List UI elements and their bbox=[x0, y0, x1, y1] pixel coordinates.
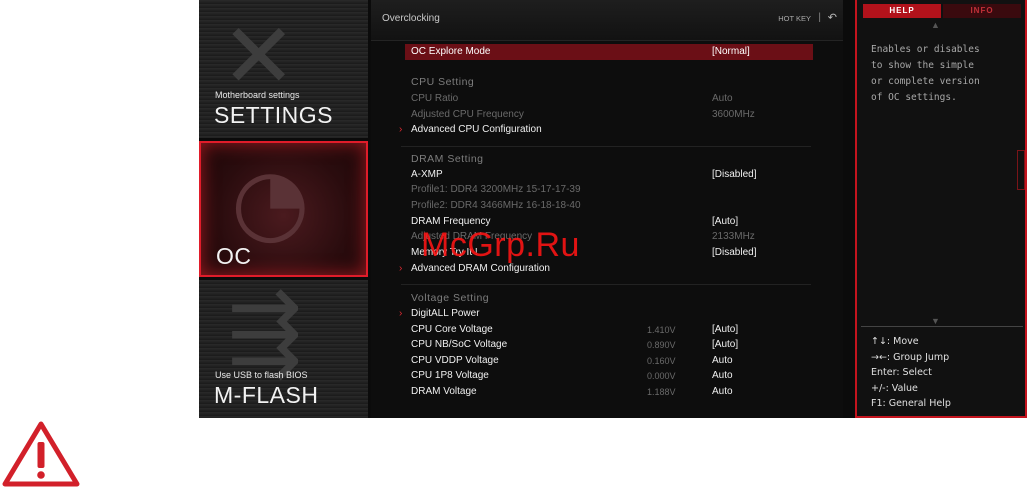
setting-row[interactable]: A-XMP [Disabled] bbox=[371, 167, 843, 183]
nav-settings-title: SETTINGS bbox=[214, 102, 334, 128]
setting-row[interactable]: CPU Core Voltage 1.410V [Auto] bbox=[371, 322, 843, 338]
key-legend-item: ↑↓: Move bbox=[871, 336, 919, 347]
help-text: Enables or disables to show the simple o… bbox=[871, 44, 980, 103]
setting-label: CPU NB/SoC Voltage bbox=[411, 339, 508, 350]
section-header: CPU Setting bbox=[371, 74, 843, 90]
setting-row: Profile1: DDR4 3200MHz 15-17-17-39 bbox=[371, 182, 843, 198]
gauge-icon: ◔ bbox=[231, 149, 310, 254]
setting-value[interactable]: Auto bbox=[712, 353, 733, 369]
key-legend-item: F1: General Help bbox=[871, 398, 951, 409]
setting-value[interactable]: Auto bbox=[712, 368, 733, 384]
setting-value[interactable]: [Auto] bbox=[712, 214, 738, 230]
section-header: Voltage Setting bbox=[371, 290, 843, 306]
submenu-arrow-icon: › bbox=[399, 124, 403, 135]
setting-value[interactable]: [Auto] bbox=[712, 337, 738, 353]
setting-value: Auto bbox=[712, 93, 733, 104]
setting-value: 3600MHz bbox=[712, 109, 755, 120]
setting-label: CPU Setting bbox=[411, 76, 475, 88]
setting-label: Profile2: DDR4 3466MHz 16-18-18-40 bbox=[411, 200, 581, 211]
tab-info[interactable]: INFO bbox=[943, 4, 1021, 18]
setting-row[interactable]: › DigitALL Power bbox=[371, 306, 843, 322]
nav-oc[interactable]: ◔ OC bbox=[199, 141, 368, 277]
nav-settings-subtitle: Motherboard settings bbox=[215, 90, 300, 100]
warning-icon bbox=[2, 421, 80, 487]
setting-row[interactable]: CPU 1P8 Voltage 0.000V Auto bbox=[371, 368, 843, 384]
key-legend: ↑↓: Move →←: Group Jump Enter: Select +/-: … bbox=[871, 334, 951, 412]
help-panel: HELP INFO ▲ Enables or disables to show … bbox=[855, 0, 1027, 418]
setting-label: DRAM Setting bbox=[411, 153, 484, 165]
setting-row: Adjusted CPU Frequency 3600MHz bbox=[371, 107, 843, 123]
setting-value[interactable]: Auto bbox=[712, 384, 733, 400]
setting-row[interactable]: CPU VDDP Voltage 0.160V Auto bbox=[371, 353, 843, 369]
setting-value: 2133MHz bbox=[712, 231, 755, 242]
setting-value[interactable]: [Normal] bbox=[712, 44, 750, 60]
setting-current-voltage: 1.188V bbox=[647, 387, 676, 397]
setting-row[interactable]: CPU NB/SoC Voltage 0.890V [Auto] bbox=[371, 337, 843, 353]
key-legend-item: Enter: Select bbox=[871, 367, 932, 378]
tab-help[interactable]: HELP bbox=[863, 4, 941, 18]
help-divider bbox=[861, 326, 1023, 327]
setting-label: Profile1: DDR4 3200MHz 15-17-17-39 bbox=[411, 184, 581, 195]
main-panel: Overclocking HOT KEY | ↶ OC Explore Mode… bbox=[371, 0, 1014, 418]
submenu-arrow-icon: › bbox=[399, 263, 403, 274]
section-divider bbox=[401, 146, 811, 147]
setting-row: Profile2: DDR4 3466MHz 16-18-18-40 bbox=[371, 198, 843, 214]
section-divider bbox=[401, 284, 811, 285]
submenu-arrow-icon: › bbox=[399, 308, 403, 319]
setting-label: DigitALL Power bbox=[411, 308, 480, 319]
section-header: DRAM Setting bbox=[371, 151, 843, 167]
help-scroll-down-icon[interactable]: ▼ bbox=[931, 316, 940, 326]
setting-current-voltage: 0.160V bbox=[647, 356, 676, 366]
nav-mflash-title: M-FLASH bbox=[214, 382, 319, 408]
left-nav: ✕ Motherboard settings SETTINGS ◔ OC ⇶ U… bbox=[199, 0, 368, 418]
setting-current-voltage: 1.410V bbox=[647, 325, 676, 335]
setting-label: CPU 1P8 Voltage bbox=[411, 370, 489, 381]
help-scroll-up-icon[interactable]: ▲ bbox=[931, 20, 940, 30]
nav-oc-title: OC bbox=[216, 243, 252, 269]
setting-value[interactable]: [Disabled] bbox=[712, 245, 756, 261]
setting-current-voltage: 0.890V bbox=[647, 340, 676, 350]
nav-settings[interactable]: ✕ Motherboard settings SETTINGS bbox=[199, 0, 368, 138]
key-legend-item: →←: Group Jump bbox=[871, 351, 950, 363]
setting-label: CPU Ratio bbox=[411, 93, 459, 104]
nav-mflash-subtitle: Use USB to flash BIOS bbox=[215, 370, 308, 380]
setting-row[interactable]: OC Explore Mode [Normal] bbox=[405, 44, 813, 60]
settings-list: OC Explore Mode [Normal] CPU Setting CPU Ra… bbox=[371, 0, 843, 418]
setting-label: Advanced CPU Configuration bbox=[411, 124, 542, 135]
setting-row: CPU Ratio Auto bbox=[371, 91, 843, 107]
setting-value[interactable]: [Auto] bbox=[712, 322, 738, 338]
setting-row[interactable]: › Advanced CPU Configuration bbox=[371, 122, 843, 138]
bios-window: ✕ Motherboard settings SETTINGS ◔ OC ⇶ U… bbox=[199, 0, 1027, 418]
setting-label: OC Explore Mode bbox=[411, 46, 491, 57]
setting-label: CPU VDDP Voltage bbox=[411, 355, 499, 366]
setting-label: Adjusted CPU Frequency bbox=[411, 109, 524, 120]
setting-label: CPU Core Voltage bbox=[411, 324, 493, 335]
key-legend-item: +/-: Value bbox=[871, 382, 918, 394]
watermark: McGrp.Ru bbox=[421, 226, 580, 264]
setting-label: DRAM Voltage bbox=[411, 386, 477, 397]
setting-label: A-XMP bbox=[411, 169, 443, 180]
setting-value[interactable]: [Disabled] bbox=[712, 167, 756, 183]
panel-handle-icon[interactable] bbox=[1017, 150, 1025, 190]
setting-label: Voltage Setting bbox=[411, 292, 490, 304]
setting-row[interactable]: DRAM Voltage 1.188V Auto bbox=[371, 384, 843, 400]
nav-mflash[interactable]: ⇶ Use USB to flash BIOS M-FLASH bbox=[199, 280, 368, 418]
setting-current-voltage: 0.000V bbox=[647, 371, 676, 381]
